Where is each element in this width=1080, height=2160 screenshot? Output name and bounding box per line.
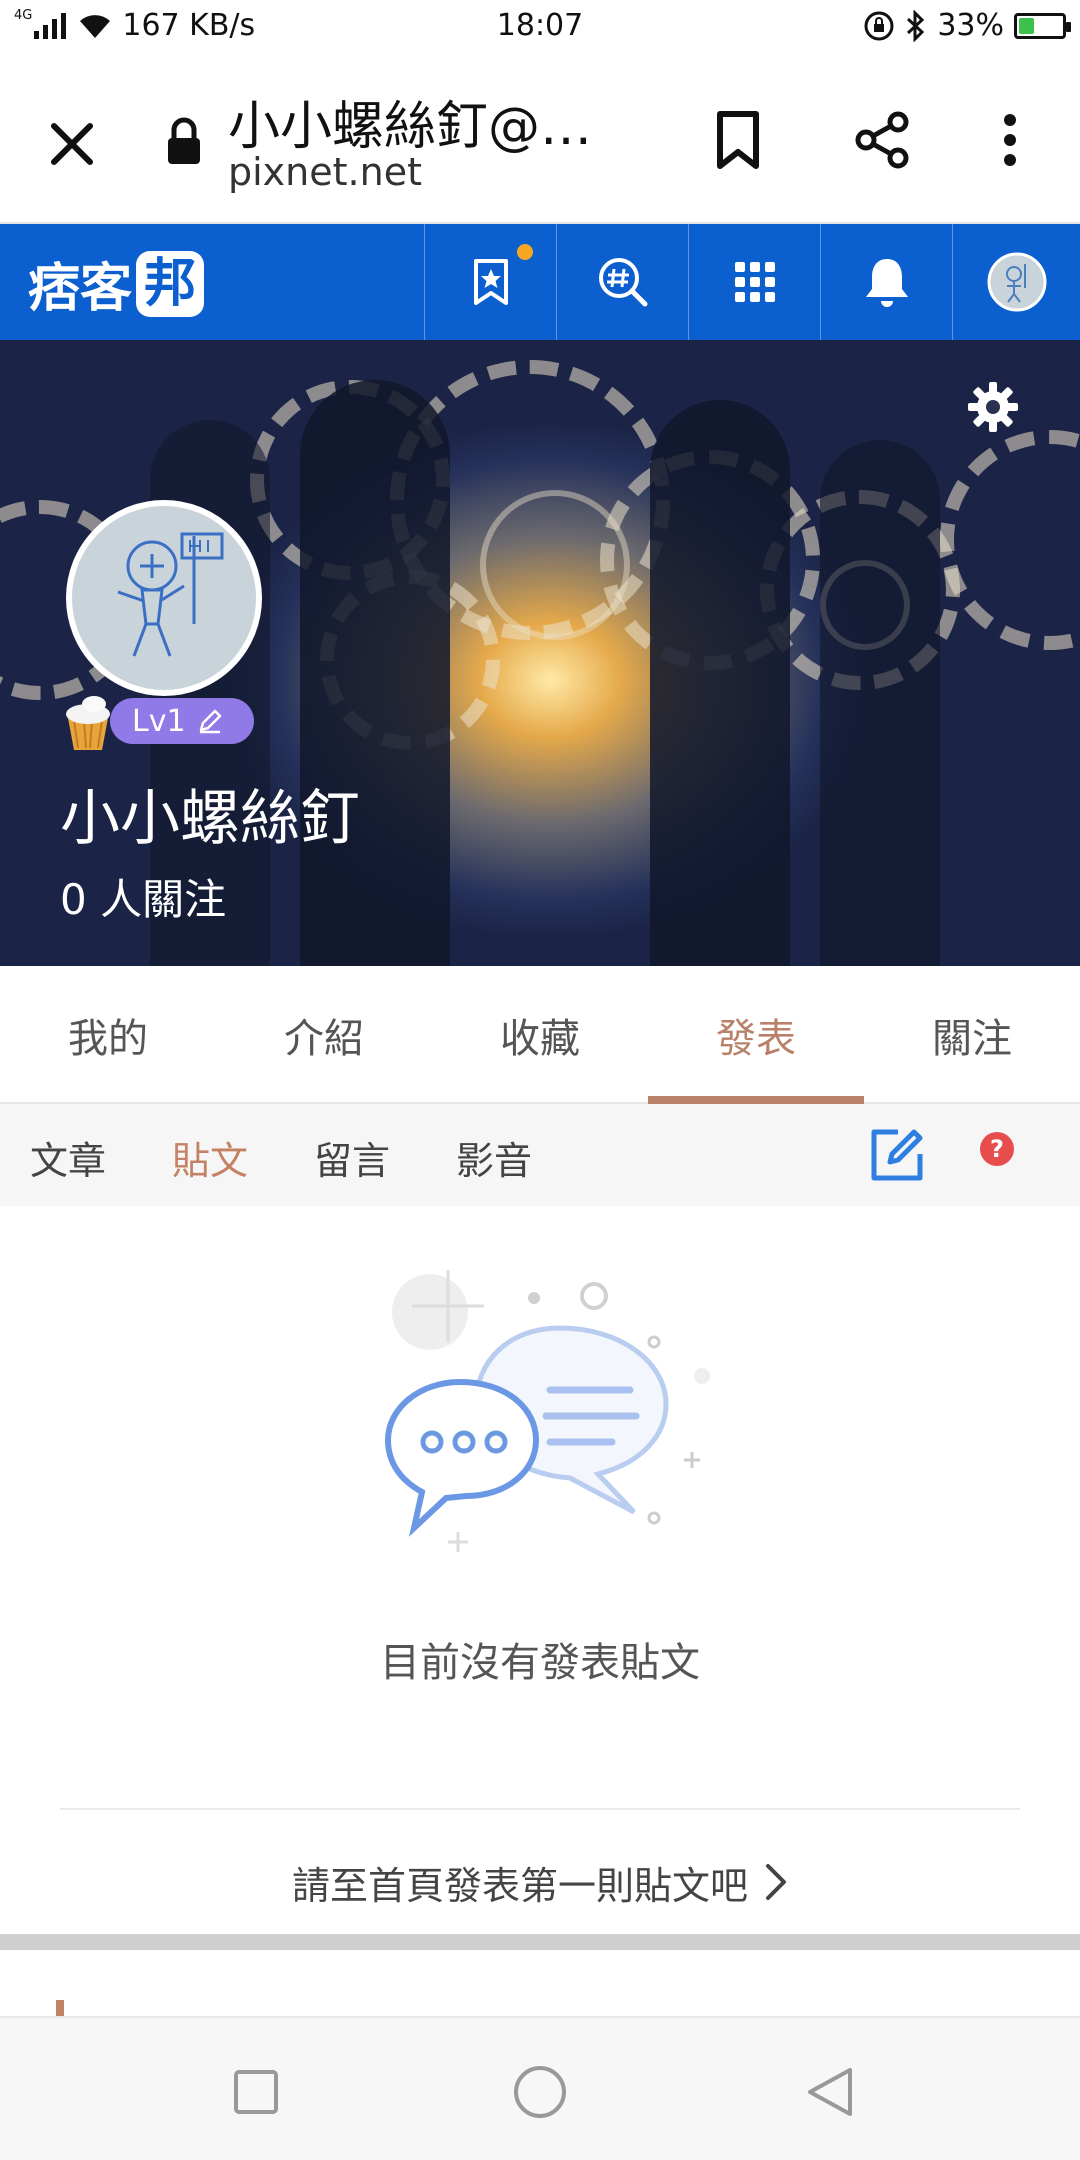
hashtag-search-icon [598,258,647,307]
settings-gear-icon[interactable] [966,380,1020,434]
logo-text: 痞客 [28,259,133,319]
empty-state-message: 目前沒有發表貼文 [380,1640,700,1686]
recent-apps-icon[interactable] [226,2062,286,2122]
bookmark-button[interactable] [702,104,774,176]
edit-pencil-icon [199,709,221,734]
status-bar: 4G 167 KB/s 18:07 33% [0,0,1080,56]
browser-toolbar: 小小螺絲釘@… pixnet.net [0,56,1080,224]
compose-icon[interactable] [868,1126,926,1184]
tab-posts[interactable]: 發表 [648,966,864,1104]
battery-fill [1019,17,1035,34]
chat-bubbles-illustration [384,1270,710,1552]
avatar-drawing [117,532,224,657]
status-right: 33% [863,8,1071,43]
bluetooth-icon [907,9,925,42]
grid-icon [734,262,775,302]
rotation-lock-icon [864,11,894,40]
system-navigation-bar [0,2016,1080,2160]
tab-favorites[interactable]: 收藏 [432,966,648,1104]
user-avatar-button[interactable] [952,224,1080,340]
section-separator [0,1934,1080,1950]
banner-silhouette [650,400,790,966]
profile-avatar[interactable] [66,500,262,696]
cupcake-icon [66,696,110,750]
more-menu-button[interactable] [974,104,1046,176]
active-tab-indicator [648,1096,864,1104]
chevron-right-icon [766,1864,786,1900]
sub-tabs: 文章 貼文 留言 影音 ? [0,1104,1080,1206]
subtab-articles[interactable]: 文章 [30,1130,106,1185]
close-icon[interactable] [40,112,104,176]
logo-bubble: 邦 [136,250,205,317]
lock-icon [168,117,200,164]
notifications-button[interactable] [820,224,952,340]
more-vertical-icon [1004,114,1016,166]
notification-dot [517,244,533,260]
page-url[interactable]: pixnet.net [228,150,422,194]
subtab-comments[interactable]: 留言 [314,1130,390,1185]
banner-silhouette [820,440,940,966]
bookmark-star-icon [473,259,508,305]
level-text: Lv1 [132,703,186,739]
profile-name: 小小螺絲釘 [60,784,360,854]
subtab-posts[interactable]: 貼文 [172,1130,248,1185]
banner-silhouette [300,380,450,966]
tab-intro[interactable]: 介紹 [216,966,432,1104]
avatar-icon [987,252,1046,312]
follower-count[interactable]: 0 人關注 [60,866,226,927]
banner-gear [480,490,630,640]
favorites-button[interactable] [424,224,556,340]
profile-banner: Lv1 小小螺絲釘 0 人關注 [0,340,1080,966]
bell-icon [865,259,908,307]
cta-label: 請至首頁發表第一則貼文吧 [291,1863,748,1908]
help-icon[interactable]: ? [980,1132,1014,1166]
hashtag-search-button[interactable] [556,224,688,340]
tab-following[interactable]: 關注 [864,966,1080,1104]
main-tabs: 我的 介紹 收藏 發表 關注 [0,966,1080,1104]
apps-grid-button[interactable] [688,224,820,340]
pixnet-header: 痞客 邦 [0,224,1080,340]
share-button[interactable] [846,104,918,176]
tab-mine[interactable]: 我的 [0,966,216,1104]
page-title: 小小螺絲釘@… [228,97,593,157]
bookmark-icon [717,111,759,169]
share-icon [855,111,909,169]
battery-percent: 33% [937,8,1004,43]
pixnet-logo[interactable]: 痞客 邦 [28,246,205,321]
back-icon[interactable] [800,2062,860,2122]
battery-icon [1014,12,1071,39]
go-to-home-link[interactable]: 請至首頁發表第一則貼文吧 [0,1852,1080,1912]
banner-gear [940,430,1080,650]
home-icon[interactable] [510,2062,570,2122]
subtab-videos[interactable]: 影音 [456,1130,532,1185]
divider [60,1808,1020,1810]
level-badge[interactable]: Lv1 [110,698,254,744]
